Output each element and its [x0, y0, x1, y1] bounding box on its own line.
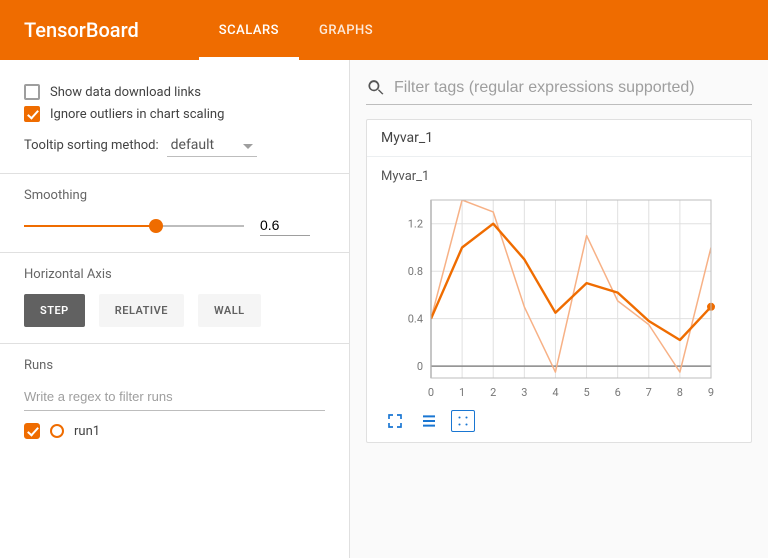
fit-icon[interactable] — [451, 410, 475, 432]
svg-text:9: 9 — [708, 386, 714, 399]
svg-text:7: 7 — [646, 386, 652, 399]
svg-text:1.2: 1.2 — [408, 218, 423, 231]
svg-text:0.4: 0.4 — [408, 313, 423, 326]
tooltip-sort-label: Tooltip sorting method: — [24, 138, 159, 153]
tab-graphs[interactable]: GRAPHS — [299, 0, 393, 60]
checkbox-label: Show data download links — [50, 85, 201, 100]
svg-text:5: 5 — [583, 386, 589, 399]
slider-fill — [24, 225, 156, 227]
checkbox-icon — [24, 106, 40, 122]
run-name: run1 — [74, 424, 100, 439]
list-icon[interactable] — [417, 410, 441, 432]
chart-toolbar — [381, 410, 737, 432]
run-checkbox-icon — [24, 423, 40, 439]
axis-relative-button[interactable]: RELATIVE — [99, 294, 184, 327]
smoothing-value-input[interactable] — [260, 215, 310, 236]
chart-card: Myvar_1 Myvar_1 0 1 2 3 4 5 6 7 8 9 0 0.4 0.8 1.2 — [366, 119, 752, 443]
svg-text:3: 3 — [521, 386, 527, 399]
runs-title: Runs — [24, 358, 325, 373]
axis-wall-button[interactable]: WALL — [198, 294, 261, 327]
tag-search-input[interactable] — [394, 79, 752, 97]
run-item[interactable]: run1 — [24, 423, 325, 439]
sidebar: Show data download links Ignore outliers… — [0, 60, 350, 558]
smoothing-title: Smoothing — [24, 188, 325, 203]
logo: TensorBoard — [24, 18, 139, 42]
app-header: TensorBoard SCALARS GRAPHS — [0, 0, 768, 60]
smoothing-slider[interactable] — [24, 216, 244, 236]
tooltip-sort-select[interactable]: default — [167, 134, 257, 157]
svg-text:0.8: 0.8 — [408, 265, 423, 278]
fullscreen-icon[interactable] — [383, 410, 407, 432]
svg-text:8: 8 — [677, 386, 683, 399]
axis-step-button[interactable]: STEP — [24, 294, 85, 327]
checkbox-icon — [24, 84, 40, 100]
svg-text:0: 0 — [417, 360, 423, 373]
svg-text:6: 6 — [615, 386, 621, 399]
svg-text:4: 4 — [552, 386, 558, 399]
chart-title: Myvar_1 — [381, 169, 737, 184]
tab-scalars[interactable]: SCALARS — [199, 0, 299, 60]
tabs: SCALARS GRAPHS — [199, 0, 393, 60]
search-icon — [366, 78, 386, 98]
slider-knob[interactable] — [149, 219, 163, 233]
ignore-outliers-checkbox[interactable]: Ignore outliers in chart scaling — [24, 106, 325, 122]
select-value: default — [171, 137, 215, 153]
show-download-links-checkbox[interactable]: Show data download links — [24, 84, 325, 100]
checkbox-label: Ignore outliers in chart scaling — [50, 107, 224, 122]
line-chart[interactable]: 0 1 2 3 4 5 6 7 8 9 0 0.4 0.8 1.2 — [381, 192, 721, 402]
run-color-swatch — [50, 424, 64, 438]
content-area: Myvar_1 Myvar_1 0 1 2 3 4 5 6 7 8 9 0 0.4 0.8 1.2 — [350, 60, 768, 558]
svg-text:0: 0 — [428, 386, 434, 399]
runs-filter-input[interactable] — [24, 385, 325, 411]
svg-text:2: 2 — [490, 386, 496, 399]
tag-search[interactable] — [366, 74, 752, 105]
horizontal-axis-title: Horizontal Axis — [24, 267, 325, 282]
svg-text:1: 1 — [459, 386, 465, 399]
card-header[interactable]: Myvar_1 — [367, 120, 751, 157]
